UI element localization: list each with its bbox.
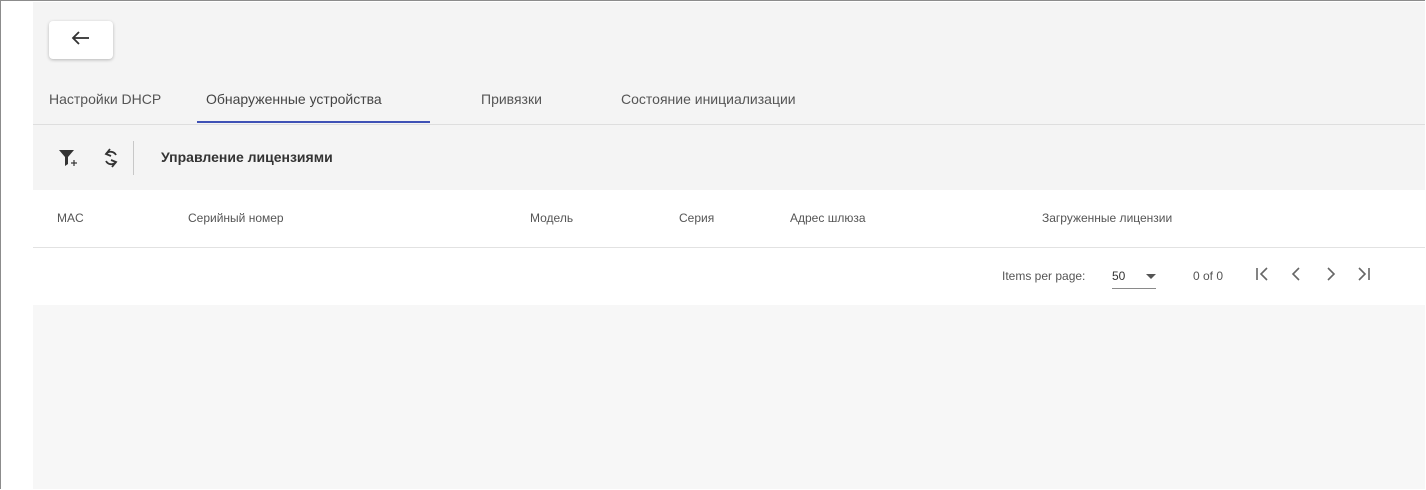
items-per-page-label: Items per page: (1002, 269, 1086, 283)
column-header-mac[interactable]: MAC (57, 190, 84, 247)
active-tab-indicator (197, 121, 430, 123)
tab-bindings[interactable]: Привязки (481, 74, 542, 124)
column-header-gateway[interactable]: Адрес шлюза (790, 190, 866, 247)
first-page-button[interactable] (1252, 265, 1274, 287)
filter-add-icon[interactable] (57, 147, 79, 169)
toolbar-divider (133, 141, 134, 175)
column-header-model[interactable]: Модель (530, 190, 573, 247)
column-header-serial[interactable]: Серийный номер (188, 190, 284, 247)
chevron-left-icon (1287, 265, 1305, 288)
back-button[interactable] (49, 21, 113, 59)
tab-init-status[interactable]: Состояние инициализации (621, 74, 796, 124)
last-page-button[interactable] (1352, 265, 1374, 287)
license-management-button[interactable]: Управление лицензиями (161, 125, 333, 190)
table-header: MAC Серийный номер Модель Серия Адрес шл… (33, 190, 1425, 248)
column-header-series[interactable]: Серия (679, 190, 714, 247)
tab-bar: Настройки DHCP Обнаруженные устройства П… (33, 74, 1425, 125)
top-bar (33, 2, 1425, 74)
refresh-icon[interactable] (100, 147, 122, 169)
page-size-value: 50 (1112, 269, 1126, 283)
tab-discovered-devices[interactable]: Обнаруженные устройства (206, 74, 382, 124)
main-content: Настройки DHCP Обнаруженные устройства П… (33, 2, 1425, 489)
arrow-left-icon (71, 30, 91, 50)
last-page-icon (1354, 265, 1372, 288)
toolbar: Управление лицензиями (33, 125, 1425, 190)
app-frame: Настройки DHCP Обнаруженные устройства П… (0, 0, 1425, 489)
first-page-icon (1254, 265, 1272, 288)
page-size-select[interactable]: 50 (1112, 266, 1156, 289)
caret-down-icon (1146, 274, 1156, 279)
paginator: Items per page: 50 0 of 0 (33, 248, 1425, 305)
tab-dhcp-settings[interactable]: Настройки DHCP (49, 74, 161, 124)
column-header-licenses[interactable]: Загруженные лицензии (1042, 190, 1172, 247)
next-page-button[interactable] (1320, 265, 1342, 287)
previous-page-button[interactable] (1285, 265, 1307, 287)
range-label: 0 of 0 (1193, 269, 1224, 283)
chevron-right-icon (1322, 265, 1340, 288)
